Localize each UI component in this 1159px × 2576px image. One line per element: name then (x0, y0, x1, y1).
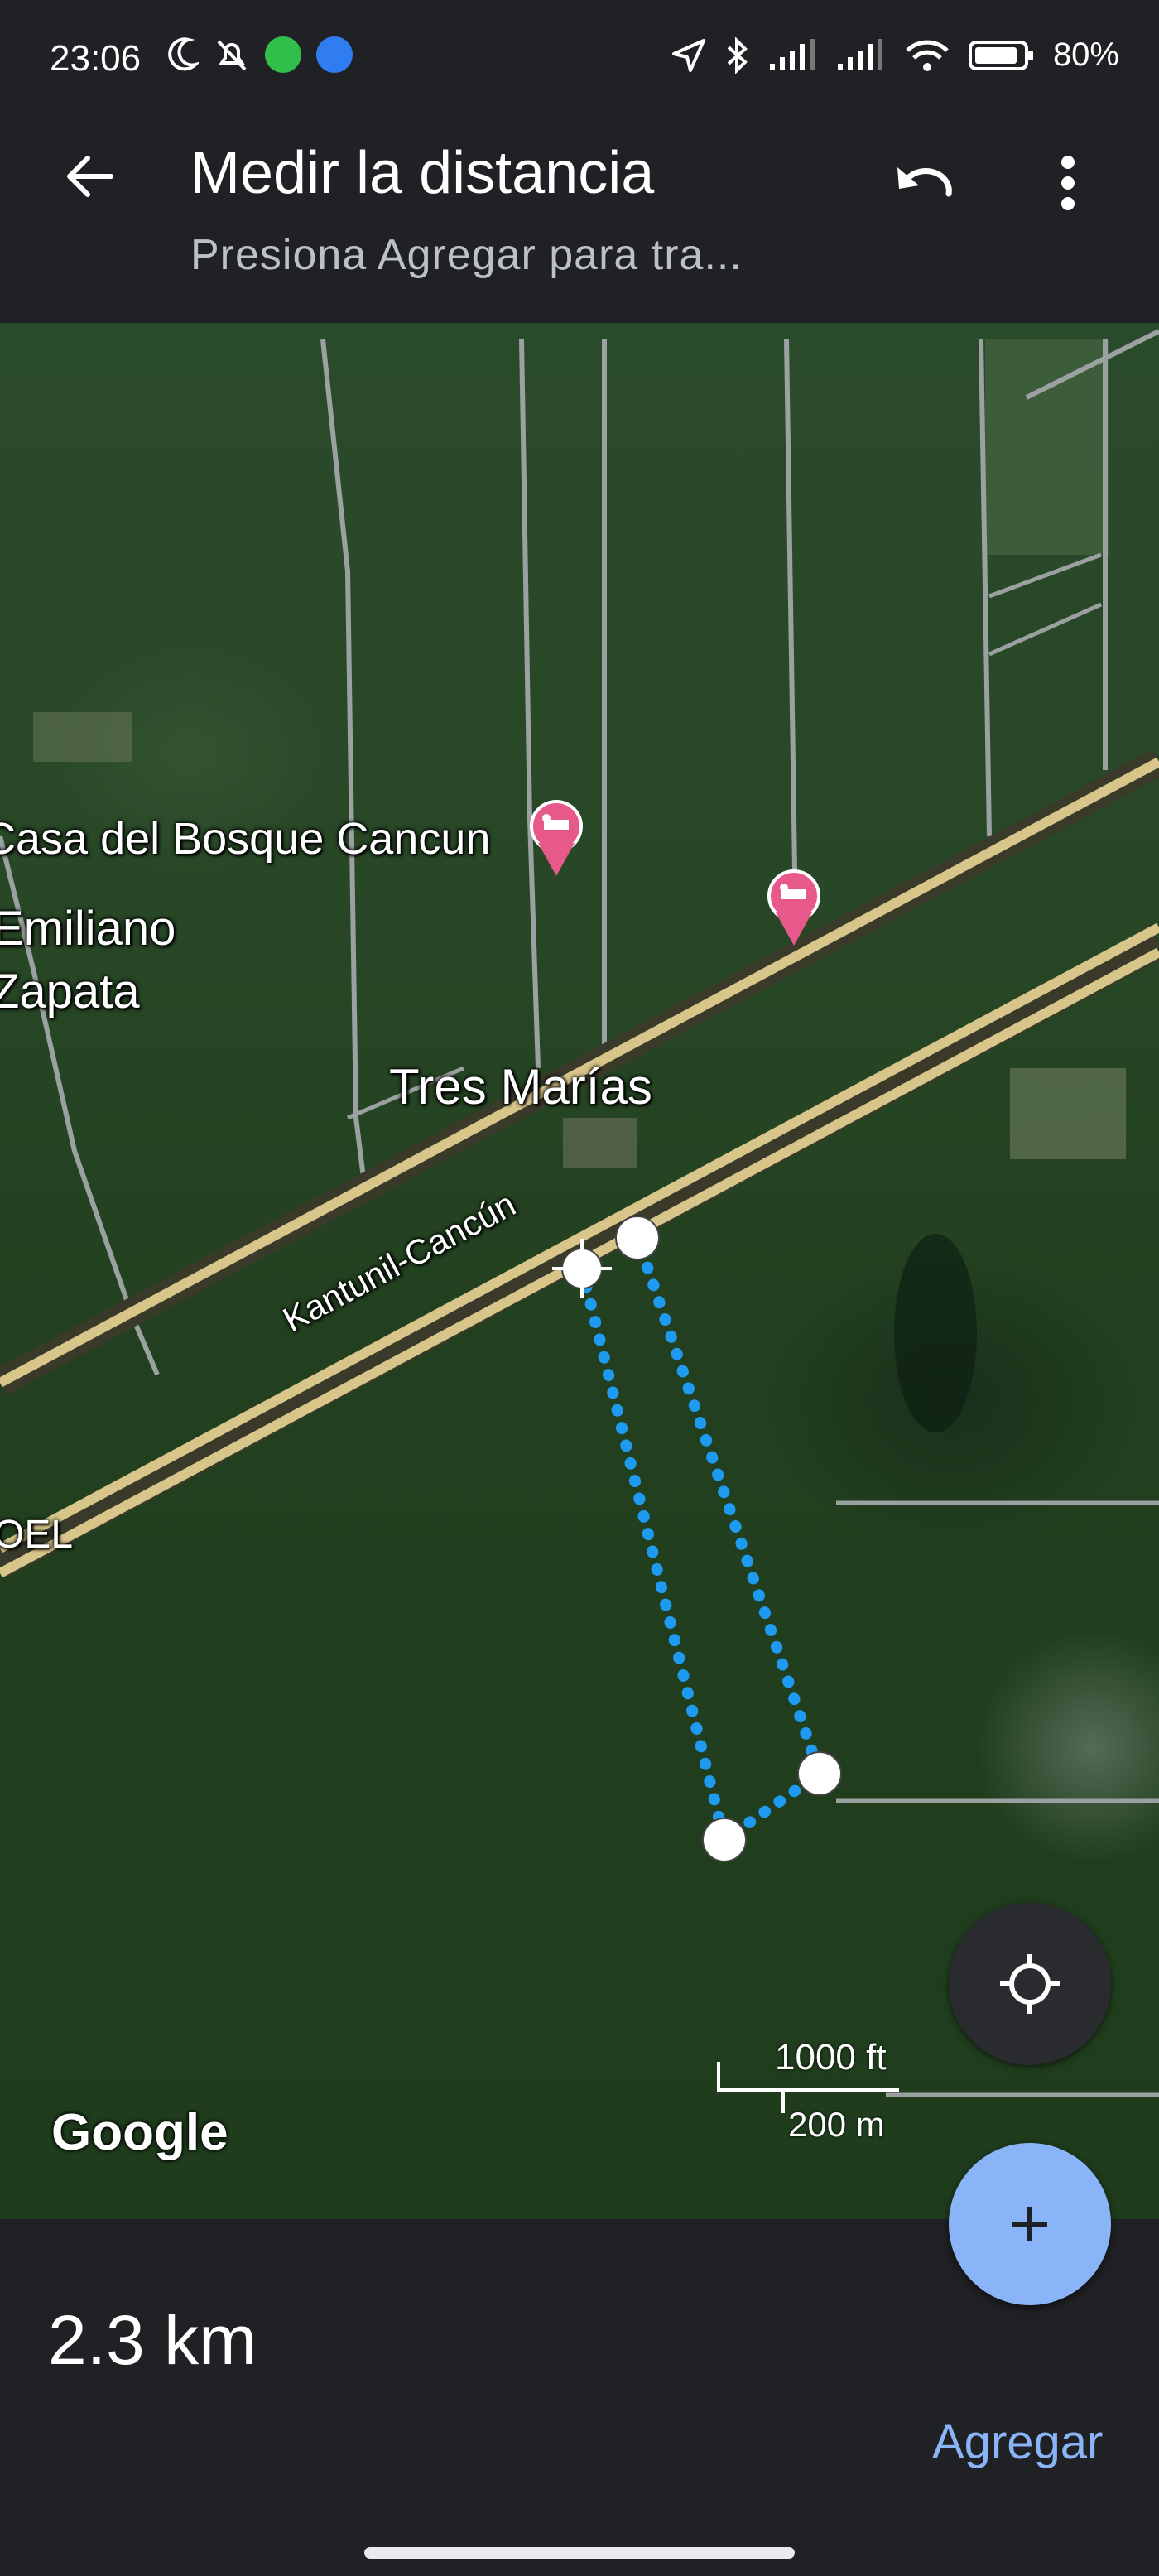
signal-icon (769, 38, 815, 70)
map-label-emiliano[interactable]: Emiliano (0, 901, 176, 956)
scale-imperial: 1000 ft (775, 2037, 887, 2078)
scale-line (717, 2088, 899, 2092)
plus-icon (1012, 2207, 1047, 2241)
more-options-button[interactable] (1060, 154, 1076, 216)
measure-point (615, 1216, 660, 1260)
phone-app-icon (316, 36, 353, 73)
scale-tick-left (717, 2062, 720, 2092)
back-button[interactable] (61, 147, 119, 209)
status-system-icons: 80% (671, 36, 1119, 74)
map-label-casa-del-bosque[interactable]: Casa del Bosque Cancun (0, 813, 490, 864)
wifi-icon (906, 40, 949, 71)
battery-percent: 80% (1052, 36, 1119, 73)
map-label-road-2: OEL (0, 1513, 74, 1557)
signal-icon-2 (837, 38, 882, 70)
page-title: Medir la distancia (190, 140, 655, 206)
add-button[interactable]: Agregar (932, 2415, 1103, 2470)
my-location-button[interactable] (949, 1903, 1111, 2065)
add-point-button[interactable] (949, 2143, 1111, 2305)
scale-metric: 200 m (788, 2105, 885, 2144)
measure-point (797, 1751, 842, 1796)
moon-icon (168, 37, 199, 71)
status-bar: 23:06 80% (0, 0, 1159, 124)
map-scale-bar: 1000 ft 200 m (717, 2037, 899, 2144)
scale-tick-metric (781, 2088, 785, 2113)
gesture-home-bar[interactable] (364, 2547, 795, 2559)
page-subtitle: Presiona Agregar para tra... (190, 231, 743, 279)
my-location-icon (1000, 1954, 1060, 2014)
whatsapp-icon (265, 36, 301, 73)
undo-icon (897, 167, 952, 197)
status-time: 23:06 (50, 38, 142, 79)
google-attribution: Google (51, 2104, 228, 2161)
bluetooth-icon (727, 36, 748, 74)
location-arrow-icon (671, 38, 705, 72)
hotel-pin-icon (530, 800, 583, 876)
total-distance: 2.3 km (48, 2301, 257, 2379)
measure-point (702, 1818, 747, 1862)
battery-icon (968, 40, 1033, 70)
status-notification-icons (166, 36, 353, 73)
bell-off-icon (217, 40, 247, 71)
measure-path (576, 1232, 827, 1850)
more-vert-icon (1061, 156, 1075, 210)
arrow-back-icon (67, 156, 113, 197)
undo-button[interactable] (891, 156, 957, 209)
map-label-tres-marias[interactable]: Tres Marías (389, 1058, 652, 1115)
map-label-zapata[interactable]: Zapata (0, 964, 140, 1019)
